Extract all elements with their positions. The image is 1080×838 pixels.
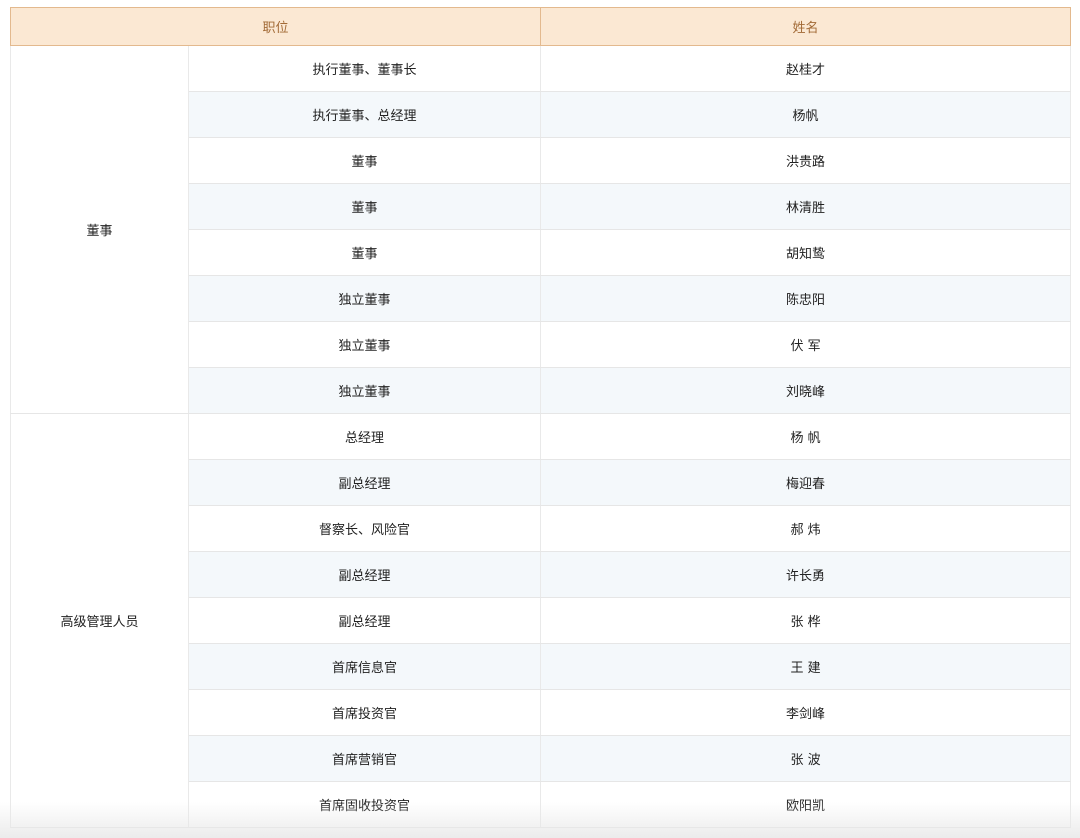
name-cell: 林清胜	[540, 183, 1072, 230]
position-cell: 督察长、风险官	[187, 505, 542, 552]
management-table: 职位 姓名 董事 执行董事、董事长 赵桂才 执行董事、总经理 杨帆 董事 洪贵路…	[9, 7, 1072, 828]
page: 职位 姓名 董事 执行董事、董事长 赵桂才 执行董事、总经理 杨帆 董事 洪贵路…	[0, 0, 1080, 838]
position-cell: 董事	[187, 183, 542, 230]
name-cell: 张 桦	[540, 597, 1072, 644]
position-cell: 首席固收投资官	[187, 781, 542, 828]
group-label-directors: 董事	[10, 45, 189, 414]
position-cell: 总经理	[187, 413, 542, 460]
name-cell: 杨帆	[540, 91, 1072, 138]
position-cell: 独立董事	[187, 321, 542, 368]
name-cell: 欧阳凯	[540, 781, 1072, 828]
position-cell: 首席营销官	[187, 735, 542, 782]
position-cell: 首席投资官	[187, 689, 542, 736]
name-cell: 许长勇	[540, 551, 1072, 598]
header-name: 姓名	[540, 7, 1072, 46]
position-cell: 副总经理	[187, 551, 542, 598]
name-cell: 胡知鸷	[540, 229, 1072, 276]
name-cell: 赵桂才	[540, 45, 1072, 92]
name-cell: 陈忠阳	[540, 275, 1072, 322]
name-cell: 洪贵路	[540, 137, 1072, 184]
name-cell: 伏 军	[540, 321, 1072, 368]
position-cell: 董事	[187, 137, 542, 184]
position-cell: 副总经理	[187, 597, 542, 644]
header-position: 职位	[9, 7, 542, 46]
name-cell: 王 建	[540, 643, 1072, 690]
position-cell: 独立董事	[187, 367, 542, 414]
position-cell: 董事	[187, 229, 542, 276]
position-cell: 首席信息官	[187, 643, 542, 690]
position-cell: 独立董事	[187, 275, 542, 322]
name-cell: 梅迎春	[540, 459, 1072, 506]
name-cell: 张 波	[540, 735, 1072, 782]
table-row: 董事 执行董事、董事长 赵桂才	[10, 45, 1072, 414]
position-cell: 执行董事、董事长	[187, 45, 542, 92]
name-cell: 刘晓峰	[540, 367, 1072, 414]
position-cell: 执行董事、总经理	[187, 91, 542, 138]
position-cell: 副总经理	[187, 459, 542, 506]
name-cell: 郝 炜	[540, 505, 1072, 552]
table-row: 高级管理人员 总经理 杨 帆	[10, 413, 1072, 828]
table-header-row: 职位 姓名	[9, 7, 1072, 46]
group-label-senior-management: 高级管理人员	[10, 413, 189, 828]
name-cell: 杨 帆	[540, 413, 1072, 460]
name-cell: 李剑峰	[540, 689, 1072, 736]
